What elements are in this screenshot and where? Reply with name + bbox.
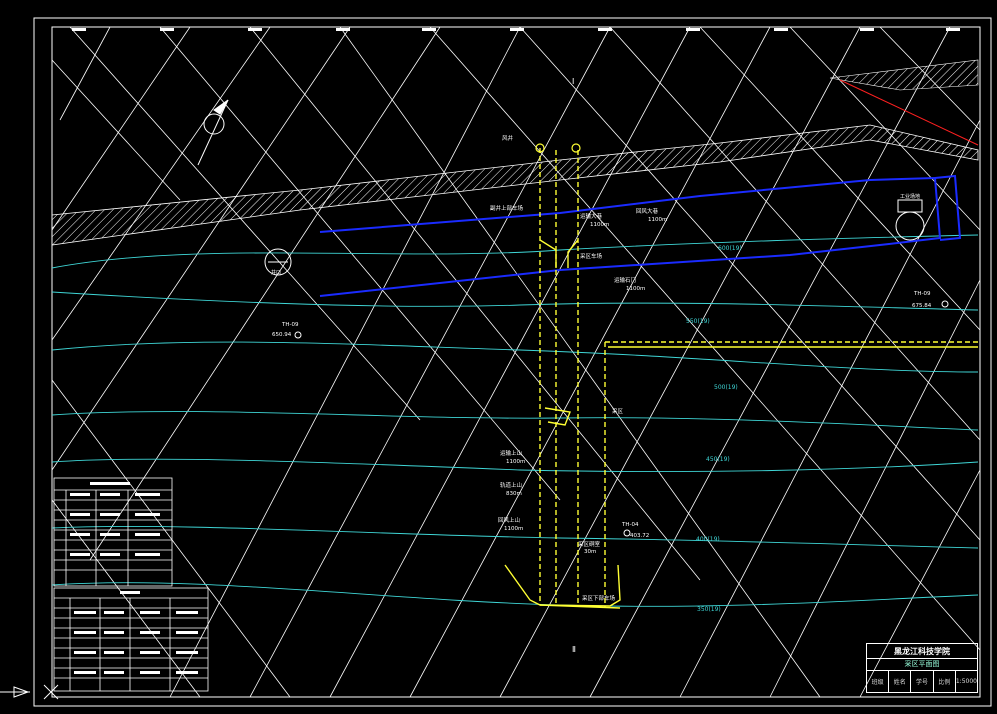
contour-lines [51,234,979,607]
label-shaft: 风井 [502,134,514,142]
contour-label-550: 550(19) [686,318,710,325]
industrial-site-label: 工业场地 [900,193,920,200]
title-block-cell: 比例 [934,670,956,692]
inner-frame [51,26,981,698]
label-blue-drift-upper: 副井上部车场 [490,204,524,212]
borehole-right-icon [941,300,949,308]
legend-table-lower [53,587,209,692]
label-yellow-top-a: 运输大巷 [580,212,603,220]
legend-symbols [70,482,198,674]
outcrop-hatch-band [51,124,979,246]
label-bottom-a: 采区硐室 [578,540,601,548]
title-block-cell: 姓名 [889,670,912,692]
shaft-markers [535,143,581,153]
title-block-cells: 班级 姓名 学号 比例 1:5000 [867,670,977,692]
title-block-org: 黑龙江科技学院 [867,644,977,659]
borehole-mid-id: TH-04 [621,522,639,528]
label-left-b-len: 830m [506,491,522,497]
label-left-c-len: 1100m [504,526,523,532]
label-left-a: 运输上山 [500,449,522,457]
title-block: 黑龙江科技学院 采区平面图 班级 姓名 学号 比例 1:5000 [866,643,978,693]
borehole-left-elev: 650.94 [272,332,292,338]
borehole-mid-elev: 403.72 [630,533,649,539]
title-block-cell: 1:5000 [955,677,977,685]
label-bottom-b: 采区下部车场 [582,594,616,602]
contour-label-600: 600(19) [718,245,742,252]
contour-label-350: 350(19) [697,606,721,613]
cad-drawing-canvas: 井口 工业场地 Ⅰ Ⅱ 风井 副井上部车场 运输大巷 1100m 回风大巷 11… [0,17,992,707]
label-bottom-a-len: 30m [584,549,596,555]
title-block-cell: 学号 [911,670,934,692]
north-arrow-icon [197,99,229,166]
section-marker-top: Ⅰ [572,77,574,86]
shaft-mouth-label: 井口 [271,269,281,276]
label-left-a-len: 1100m [506,459,525,465]
industrial-site-symbol [895,199,925,241]
contour-label-400: 400(19) [696,536,720,543]
top-scale [72,28,960,31]
label-yellow-mid-b-len: 1100m [626,286,645,292]
label-yellow-mid-b: 运输石门 [614,276,636,284]
label-yellow-top-b-len: 1100m [648,217,667,223]
label-yellow-top-a-len: 1100m [590,222,609,228]
contour-label-500: 500(19) [714,384,738,391]
label-yellow-mid-a: 采区车场 [580,252,603,260]
borehole-left-icon [294,331,302,339]
label-left-b: 轨道上山 [500,481,522,489]
section-marker-bottom: Ⅱ [572,645,576,654]
borehole-left-id: TH-09 [281,322,299,328]
title-block-cell: 班级 [867,670,890,692]
label-yellow-top-b: 回风大巷 [636,207,659,215]
borehole-right-id: TH-09 [913,291,931,297]
label-center: 采区 [612,407,624,415]
borehole-right-elev: 675.84 [912,303,932,309]
insertion-arrow-icon [0,684,59,700]
contour-label-450: 450(19) [706,456,730,463]
coordinate-grid [51,26,981,698]
label-left-c: 回风上山 [498,516,520,524]
yellow-roadways [504,148,978,609]
